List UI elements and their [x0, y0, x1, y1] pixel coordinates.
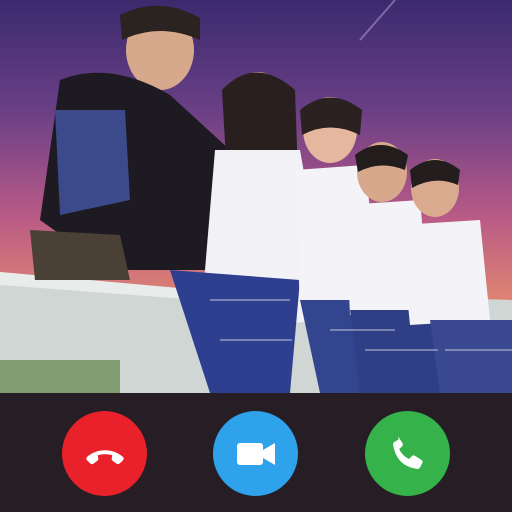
- phone-icon: [392, 436, 423, 469]
- caller-photo-illustration: [0, 0, 512, 393]
- video-call-button[interactable]: [213, 411, 298, 496]
- decline-call-button[interactable]: [62, 411, 147, 496]
- caller-photo: [0, 0, 512, 393]
- phone-hangup-icon: [85, 449, 124, 464]
- call-action-bar: [0, 393, 512, 512]
- video-camera-icon: [236, 442, 275, 465]
- incoming-call-screen: [0, 0, 512, 512]
- accept-call-button[interactable]: [365, 411, 450, 496]
